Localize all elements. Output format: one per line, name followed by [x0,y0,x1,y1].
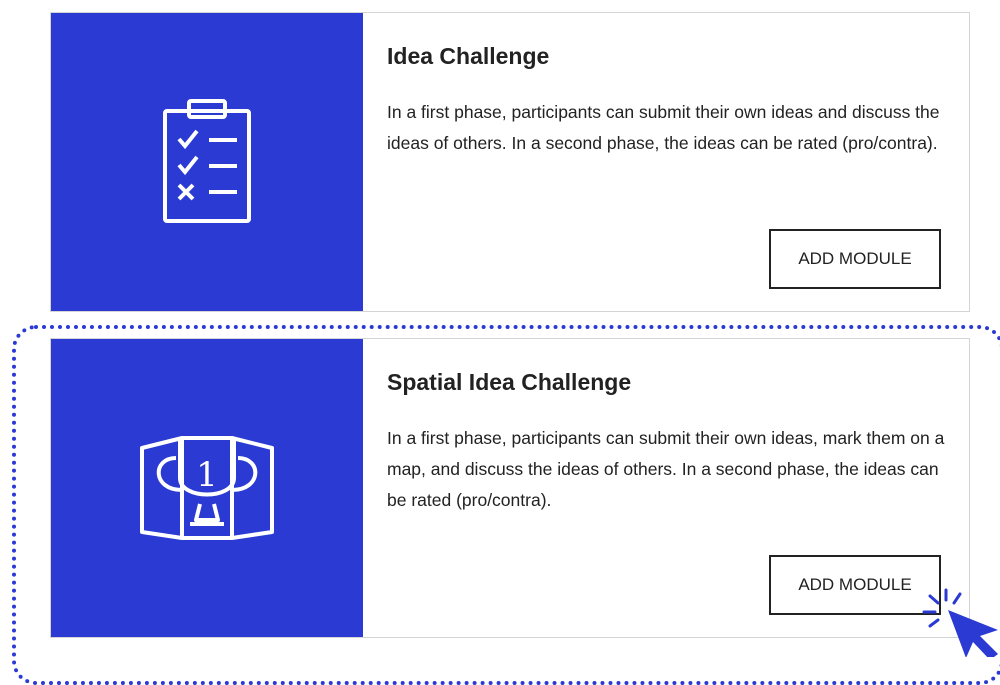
pointer-arrow-click-icon [922,588,998,657]
add-module-button[interactable]: ADD MODULE [769,555,941,615]
module-card-idea-challenge: Idea Challenge In a first phase, partici… [50,12,970,312]
svg-text:1: 1 [196,455,218,495]
module-thumbnail: 1 [51,339,363,637]
trophy-map-icon: 1 [140,436,274,540]
clipboard-checklist-icon [163,99,251,223]
module-thumbnail [51,13,363,311]
module-title: Spatial Idea Challenge [387,369,632,395]
module-description: In a first phase, participants can submi… [387,102,940,153]
module-body: Spatial Idea Challenge In a first phase,… [387,339,949,637]
add-module-button[interactable]: ADD MODULE [769,229,941,289]
module-title: Idea Challenge [387,43,550,69]
module-description: In a first phase, participants can submi… [387,428,945,510]
module-body: Idea Challenge In a first phase, partici… [387,13,949,311]
module-card-spatial-idea-challenge: 1 Spatial Idea Challenge In a first phas… [50,338,970,638]
